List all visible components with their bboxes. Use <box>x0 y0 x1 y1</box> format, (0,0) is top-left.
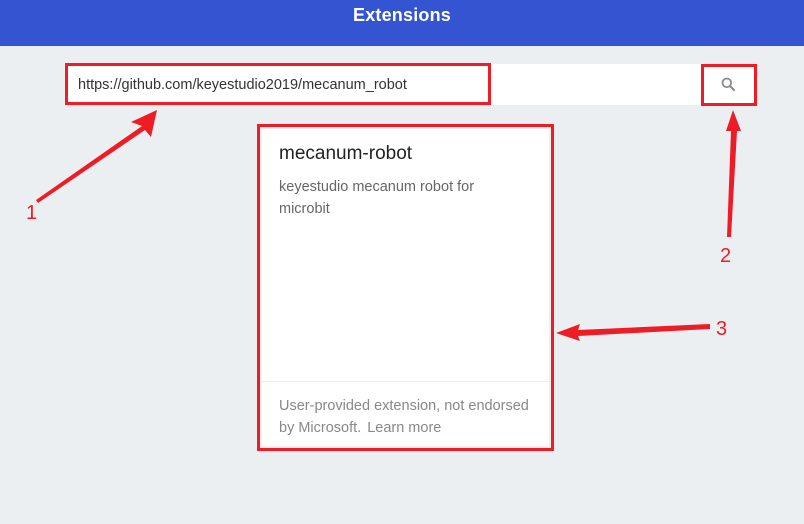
annotation-arrow-3 <box>556 324 710 341</box>
annotation-arrow-2 <box>726 110 741 237</box>
annotation-arrows <box>36 110 741 341</box>
annotation-label-2: 2 <box>720 245 732 267</box>
annotation-arrow-1 <box>36 110 157 203</box>
annotation-label-3: 3 <box>716 318 728 340</box>
annotation-label-1: 1 <box>26 202 38 224</box>
